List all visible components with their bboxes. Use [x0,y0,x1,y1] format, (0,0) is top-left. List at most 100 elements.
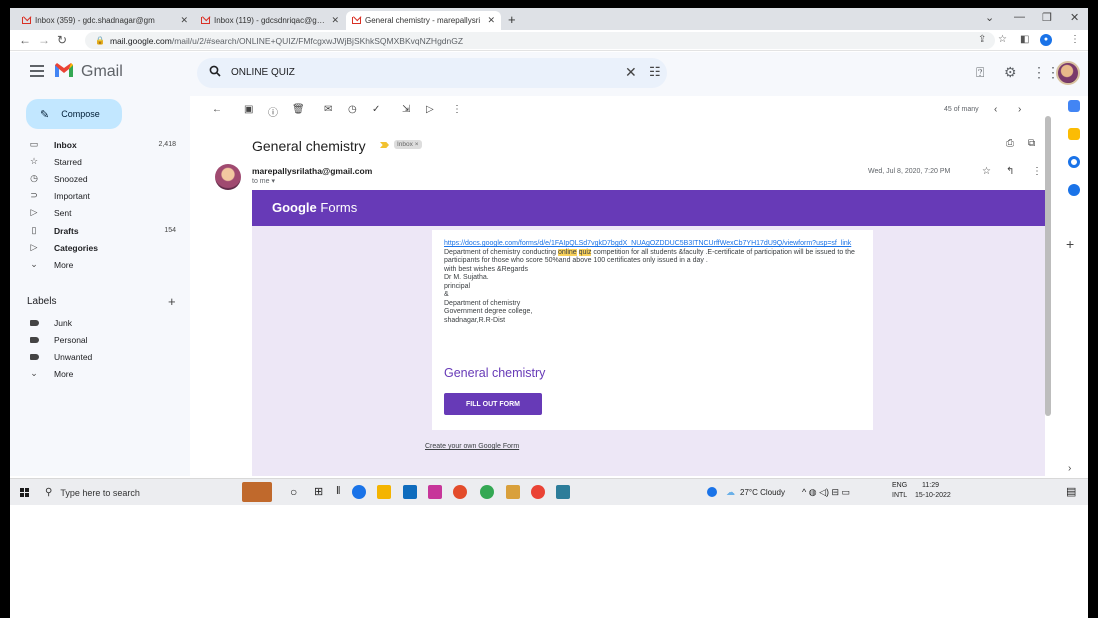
sidebar-item-sent[interactable]: ▷ Sent [10,204,190,221]
browser-tab-2[interactable]: Inbox (119) - gdcsdnriqac@gmai ✕ [195,11,345,30]
weather-text[interactable]: 27°C Cloudy [740,488,785,497]
sidebar-item-more[interactable]: ⌄ More [10,256,190,273]
sidebar-item-inbox[interactable]: ▭ Inbox 2,418 [10,136,190,153]
archive-icon[interactable]: ▣ [244,104,253,115]
back-to-list-icon[interactable]: ← [212,104,222,115]
url-field[interactable]: 🔒 mail.google.com /mail/u/2/#search/ONLI… [85,32,995,49]
message-scrollbar[interactable] [1045,116,1051,416]
word-app-icon[interactable] [428,485,442,499]
compose-button[interactable]: ✎ Compose [26,99,122,129]
sidebar-item-important[interactable]: ⊃ Important [10,187,190,204]
taskbar-search-box[interactable]: ⚲ Type here to search [40,482,196,503]
language-bottom[interactable]: INTL [892,492,907,499]
cortana-icon[interactable]: ○ [290,485,297,499]
search-icon[interactable] [209,65,221,77]
share-icon[interactable]: ⇪ [978,34,986,45]
sidebar-item-drafts[interactable]: ▯ Drafts 154 [10,222,190,239]
move-to-icon[interactable]: ⇲ [402,104,410,115]
get-addons-icon[interactable]: + [1066,236,1074,252]
firefox-icon[interactable] [453,485,467,499]
label-item-junk[interactable]: Junk [10,314,190,331]
tasks-icon[interactable] [1068,156,1080,168]
fill-out-form-button[interactable]: FILL OUT FORM [444,393,542,415]
sidebar-item-starred[interactable]: ☆ Starred [10,153,190,170]
settings-gear-icon[interactable]: ⚙ [1004,64,1017,81]
reply-icon[interactable]: ↰ [1006,166,1014,177]
sidebar-item-snoozed[interactable]: ◷ Snoozed [10,170,190,187]
forms-email-background: https://docs.google.com/forms/d/e/1FAIpQ… [252,226,1045,476]
new-tab-button[interactable]: + [508,12,516,27]
tab-search-icon[interactable]: ⌄ [985,11,994,24]
calendar-icon[interactable] [1068,100,1080,112]
inbox-label-badge[interactable]: Inbox × [394,140,422,149]
sender-email[interactable]: marepallysrilatha@gmail.com [252,166,372,176]
signature-line: with best wishes &Regards [444,265,529,273]
search-input[interactable]: ONLINE QUIZ [231,67,295,78]
windows-start-icon[interactable] [20,488,29,497]
task-view-icon[interactable]: ⊞ [314,485,323,498]
sender-avatar[interactable] [215,164,241,190]
label-icon[interactable]: ▷ [426,104,434,115]
mark-unread-icon[interactable]: ✉ [324,104,332,115]
photos-icon[interactable] [506,485,520,499]
reload-icon[interactable]: ↻ [57,33,67,47]
more-actions-icon[interactable]: ⋮ [452,104,462,115]
browser-menu-icon[interactable]: ⋮ [1070,34,1080,45]
tab-close-icon[interactable]: ✕ [331,15,339,26]
tray-chevron-icon[interactable]: ^ ◍ ◁) ⊟ ▭ [802,487,850,498]
newer-chevron-icon[interactable]: ‹ [994,104,997,115]
older-chevron-icon[interactable]: › [1018,104,1021,115]
chrome-alt-icon[interactable] [531,485,545,499]
star-icon[interactable]: ☆ [982,166,991,177]
snooze-icon[interactable]: ◷ [348,104,357,115]
browser-tab-3[interactable]: General chemistry - marepallysri ✕ [346,11,501,30]
open-new-window-icon[interactable]: ⧉ [1028,138,1035,149]
sidebar-item-categories[interactable]: ▷ Categories [10,239,190,256]
tab-close-icon[interactable]: ✕ [487,15,495,26]
browser-tab-1[interactable]: Inbox (359) - gdc.shadnagar@gm ✕ [16,11,194,30]
close-window-icon[interactable]: ✕ [1070,11,1079,24]
bookmark-star-icon[interactable]: ☆ [998,34,1007,45]
form-link[interactable]: https://docs.google.com/forms/d/e/1FAIpQ… [444,240,851,247]
picture-app-icon[interactable] [556,485,570,499]
report-spam-icon[interactable]: ⓘ [268,104,278,119]
show-side-panel-icon[interactable]: › [1068,463,1071,474]
label-item-more[interactable]: ⌄ More [10,365,190,382]
label-item-unwanted[interactable]: Unwanted [10,348,190,365]
main-menu-icon[interactable] [30,65,44,77]
file-explorer-icon[interactable] [377,485,391,499]
forward-arrow-icon[interactable]: → [38,33,50,47]
message-more-icon[interactable]: ⋮ [1032,166,1042,177]
chrome-profile-icon[interactable] [480,485,494,499]
important-marker-icon[interactable] [380,142,389,148]
search-options-icon[interactable]: ☷ [649,64,661,80]
delete-icon[interactable]: 🗑 [292,104,305,115]
recipient-details[interactable]: to me ▾ [252,177,275,185]
account-avatar[interactable] [1056,61,1080,85]
notification-icon[interactable]: ▤ [1066,485,1076,498]
taskbar-widget-icon[interactable] [242,482,272,502]
create-label-icon[interactable]: + [168,294,176,309]
help-tray-icon[interactable] [707,487,717,497]
clock-time[interactable]: 11:29 [922,482,939,489]
language-top[interactable]: ENG [892,482,907,489]
create-google-form-link[interactable]: Create your own Google Form [425,443,519,450]
help-icon[interactable]: ⍰ [976,64,984,81]
clock-date[interactable]: 15-10-2022 [915,492,951,499]
keep-icon[interactable] [1068,128,1080,140]
back-arrow-icon[interactable]: ← [19,33,31,47]
store-icon[interactable] [403,485,417,499]
restore-icon[interactable]: ❐ [1042,11,1052,24]
tab-close-icon[interactable]: ✕ [180,15,188,26]
sidepanel-icon[interactable]: ◧ [1020,34,1029,45]
label-item-personal[interactable]: Personal [10,331,190,348]
print-icon[interactable]: ⎙ [1006,138,1014,149]
contacts-icon[interactable] [1068,184,1080,196]
pause-icon[interactable]: ‖ [336,485,341,497]
clear-search-icon[interactable]: ✕ [625,64,637,81]
add-task-icon[interactable]: ✓ [372,104,380,115]
mail-search-bar[interactable]: ONLINE QUIZ ✕ ☷ [197,58,667,88]
chrome-taskbar-icon[interactable] [352,485,366,499]
profile-avatar-icon[interactable]: ● [1040,34,1052,46]
minimize-icon[interactable]: — [1014,11,1025,23]
